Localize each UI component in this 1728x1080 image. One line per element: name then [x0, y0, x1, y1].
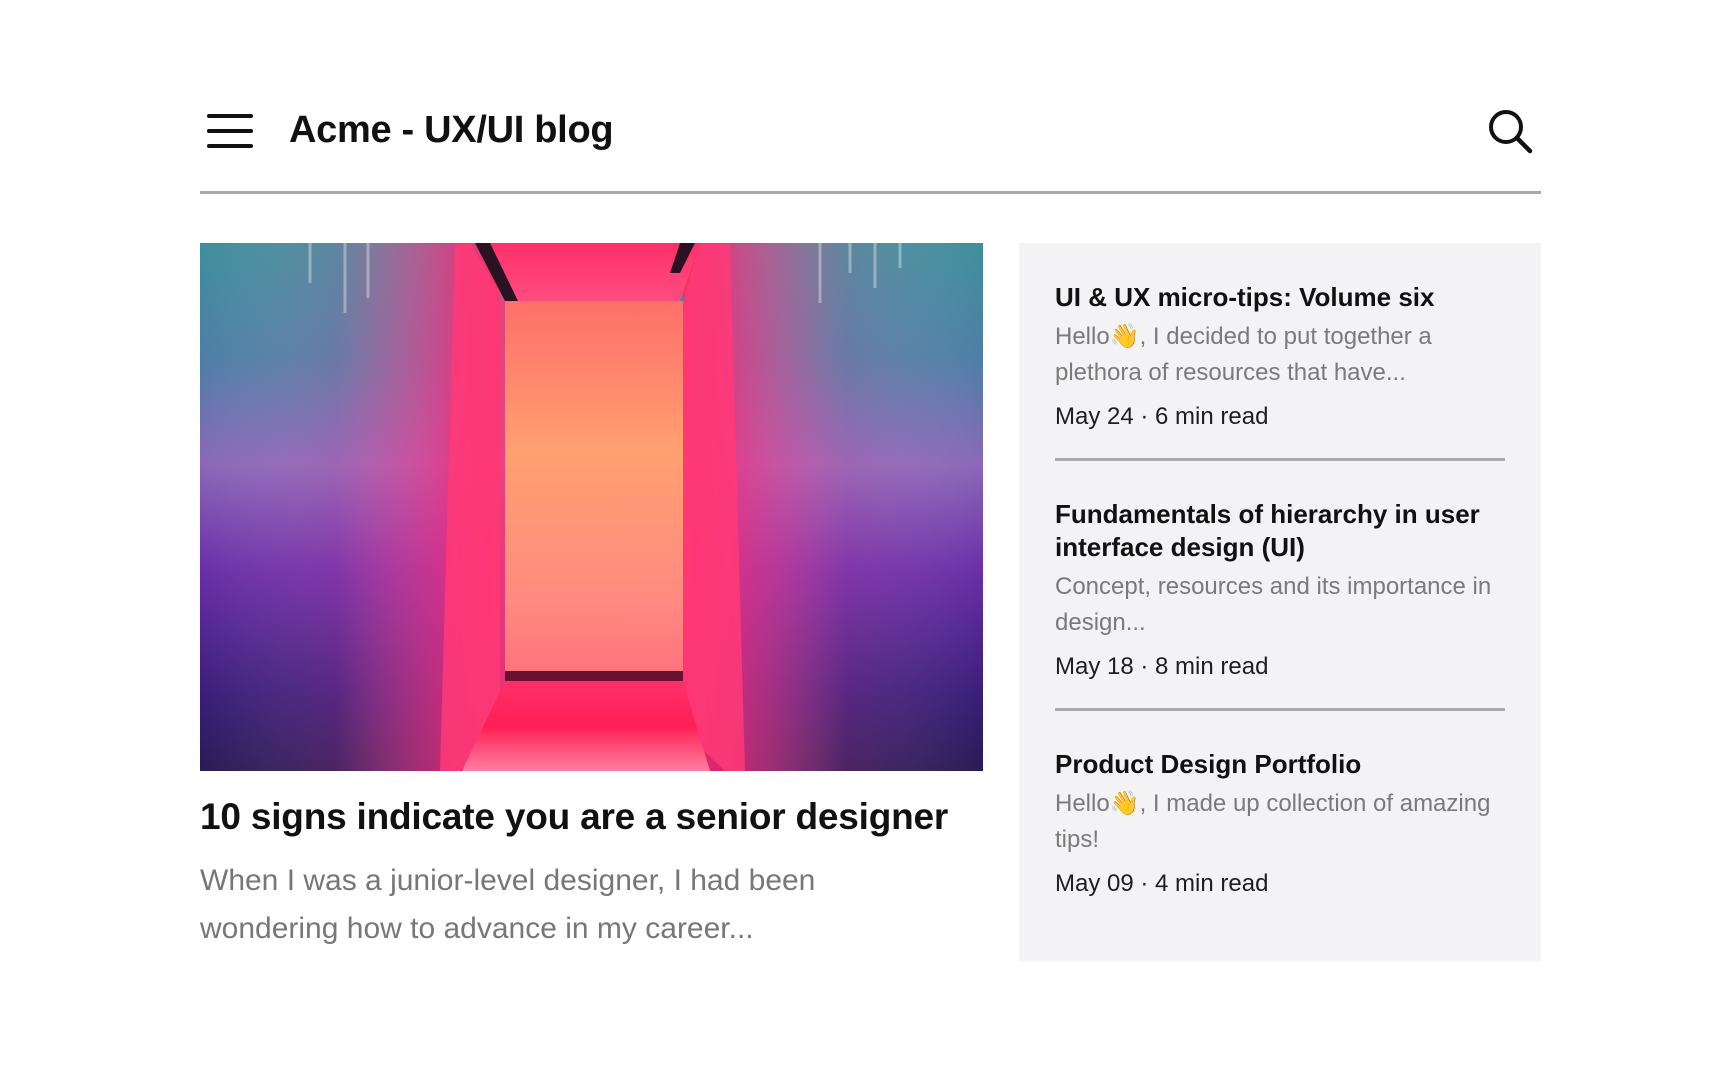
list-item[interactable]: UI & UX micro-tips: Volume six Hello👋, I… [1055, 281, 1505, 461]
post-meta: May 18 · 8 min read [1055, 653, 1269, 680]
list-item[interactable]: Fundamentals of hierarchy in user interf… [1055, 498, 1505, 711]
site-title[interactable]: Acme - UX/UI blog [289, 109, 614, 152]
post-title[interactable]: Fundamentals of hierarchy in user interf… [1055, 498, 1505, 564]
post-title[interactable]: Product Design Portfolio [1055, 748, 1505, 781]
featured-excerpt: When I was a junior-level designer, I ha… [200, 864, 816, 945]
featured-title[interactable]: 10 signs indicate you are a senior desig… [200, 795, 983, 839]
site-header: Acme - UX/UI blog [200, 80, 1541, 194]
featured-image[interactable] [200, 243, 983, 771]
main-content: 10 signs indicate you are a senior desig… [200, 243, 1541, 961]
post-excerpt: Hello👋, I decided to put together a plet… [1055, 323, 1432, 386]
post-excerpt: Hello👋, I made up collection of amazing … [1055, 790, 1491, 853]
featured-article[interactable]: 10 signs indicate you are a senior desig… [200, 243, 983, 961]
post-meta: May 09 · 4 min read [1055, 870, 1269, 897]
sidebar-posts: UI & UX micro-tips: Volume six Hello👋, I… [1019, 243, 1541, 961]
blog-page: Acme - UX/UI blog 10 signs indicate you … [200, 80, 1541, 961]
post-excerpt: Concept, resources and its importance in… [1055, 573, 1492, 636]
hamburger-menu-icon[interactable] [207, 113, 253, 148]
list-item[interactable]: Product Design Portfolio Hello👋, I made … [1055, 748, 1505, 899]
post-meta: May 24 · 6 min read [1055, 403, 1269, 430]
post-title[interactable]: UI & UX micro-tips: Volume six [1055, 281, 1505, 314]
search-icon[interactable] [1487, 108, 1533, 154]
